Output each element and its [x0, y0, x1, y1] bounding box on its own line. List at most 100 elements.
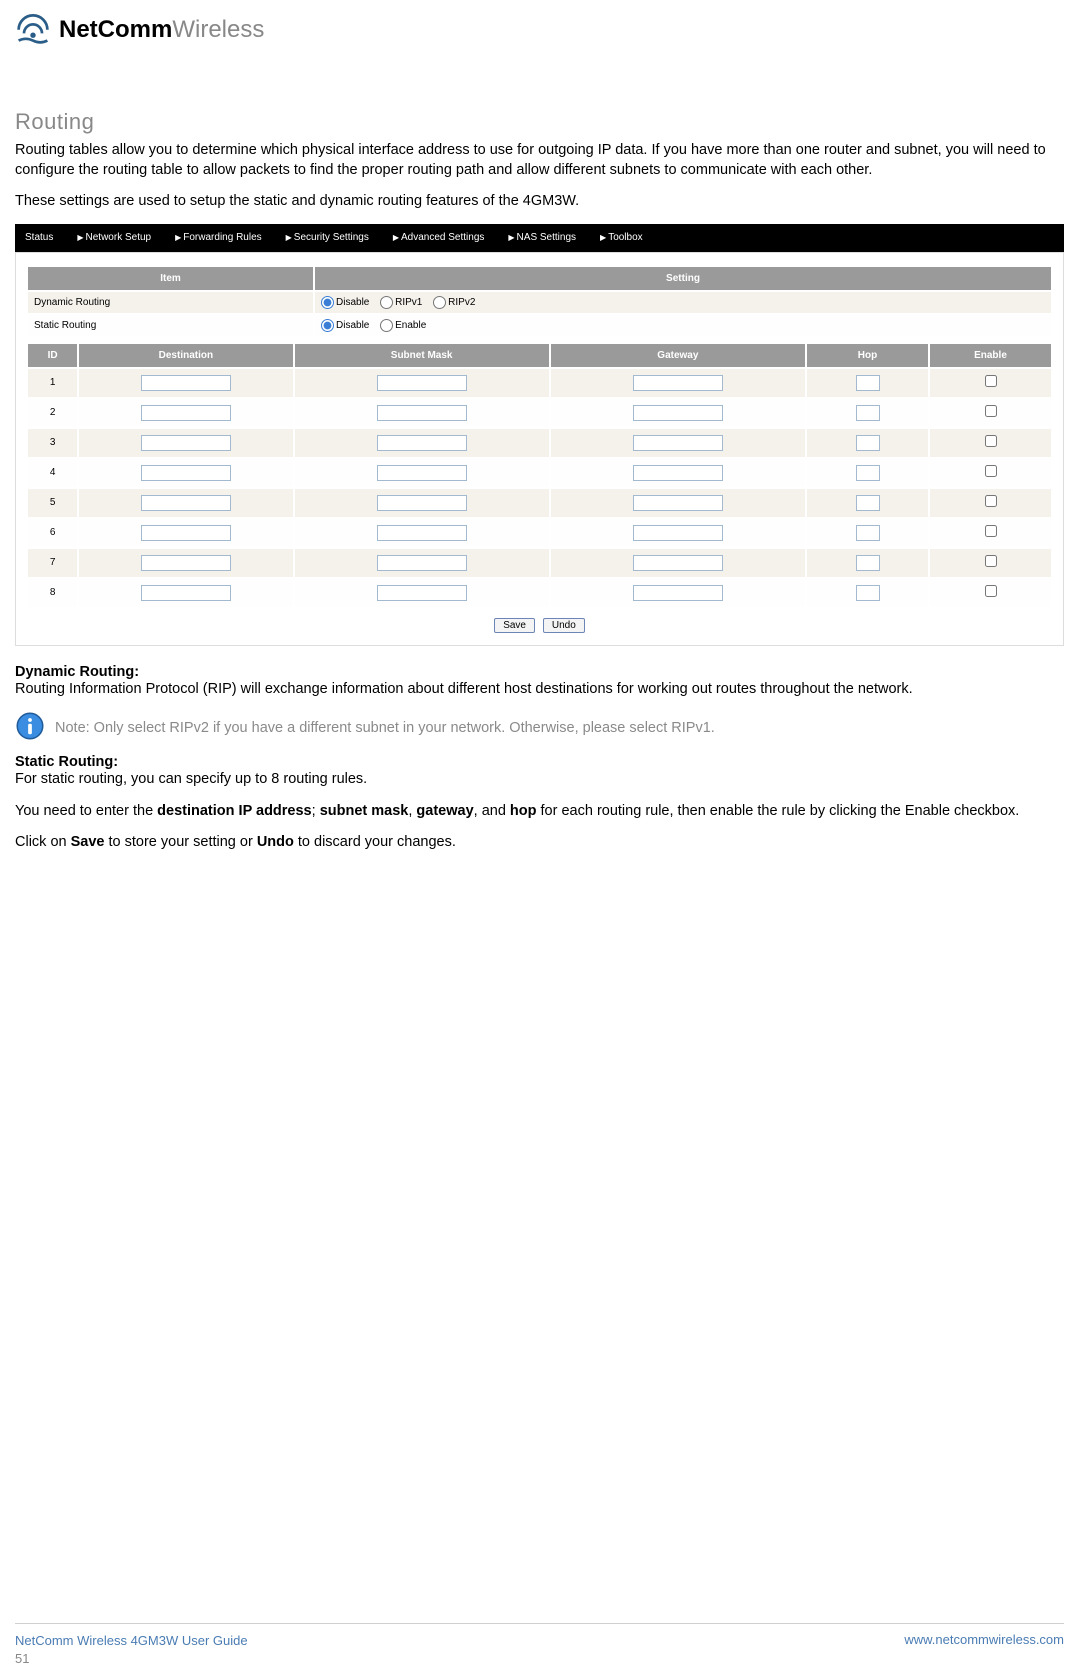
hop-input[interactable] [856, 495, 880, 511]
intro-paragraph-1: Routing tables allow you to determine wh… [15, 141, 1064, 180]
dyn-ripv1[interactable]: RIPv1 [380, 297, 422, 308]
routing-table: ID Destination Subnet Mask Gateway Hop E… [26, 342, 1053, 609]
hop-input[interactable] [856, 405, 880, 421]
table-row: 3 [27, 428, 1052, 458]
final-paragraph: Click on Save to store your setting or U… [15, 833, 1064, 853]
subnet-mask-input[interactable] [377, 465, 467, 481]
subnet-mask-input[interactable] [377, 585, 467, 601]
table-row: 5 [27, 488, 1052, 518]
row-id: 6 [27, 518, 78, 548]
table-row: 1 [27, 368, 1052, 398]
destination-input[interactable] [141, 495, 231, 511]
destination-input[interactable] [141, 435, 231, 451]
gateway-input[interactable] [633, 435, 723, 451]
subnet-mask-input[interactable] [377, 495, 467, 511]
subnet-mask-input[interactable] [377, 525, 467, 541]
settings-table: Item Setting Dynamic Routing Disable RIP… [26, 265, 1053, 338]
destination-input[interactable] [141, 465, 231, 481]
footer-page-number: 51 [15, 1650, 248, 1668]
footer-guide-title: NetComm Wireless 4GM3W User Guide [15, 1632, 248, 1650]
brand-text: NetCommWireless [59, 16, 264, 44]
save-button[interactable]: Save [494, 618, 535, 633]
th-id: ID [27, 343, 78, 368]
page-footer: NetComm Wireless 4GM3W User Guide 51 www… [15, 1623, 1064, 1668]
destination-input[interactable] [141, 525, 231, 541]
brand-logo: NetCommWireless [15, 10, 1064, 49]
dynamic-routing-heading: Dynamic Routing: [15, 664, 1064, 680]
destination-input[interactable] [141, 585, 231, 601]
wireless-icon [15, 10, 51, 49]
dynamic-routing-options: Disable RIPv1 RIPv2 [314, 291, 1052, 314]
enable-checkbox[interactable] [985, 495, 997, 507]
row-id: 7 [27, 548, 78, 578]
gateway-input[interactable] [633, 495, 723, 511]
table-row: 6 [27, 518, 1052, 548]
nav-toolbox[interactable]: ▶Toolbox [594, 232, 661, 243]
table-row: 4 [27, 458, 1052, 488]
hop-input[interactable] [856, 435, 880, 451]
table-row: 7 [27, 548, 1052, 578]
nav-nas-settings[interactable]: ▶NAS Settings [502, 232, 594, 243]
row-id: 3 [27, 428, 78, 458]
hop-input[interactable] [856, 585, 880, 601]
dynamic-routing-body: Routing Information Protocol (RIP) will … [15, 680, 1064, 700]
router-ui-screenshot: Status ▶Network Setup ▶Forwarding Rules … [15, 224, 1064, 646]
th-subnet-mask: Subnet Mask [294, 343, 550, 368]
stat-disable[interactable]: Disable [321, 320, 369, 331]
stat-enable[interactable]: Enable [380, 320, 426, 331]
dyn-disable[interactable]: Disable [321, 297, 369, 308]
destination-input[interactable] [141, 555, 231, 571]
undo-button[interactable]: Undo [543, 618, 585, 633]
destination-input[interactable] [141, 405, 231, 421]
enable-checkbox[interactable] [985, 405, 997, 417]
nav-advanced-settings[interactable]: ▶Advanced Settings [387, 232, 503, 243]
dynamic-routing-label: Dynamic Routing [27, 291, 314, 314]
subnet-mask-input[interactable] [377, 555, 467, 571]
enable-checkbox[interactable] [985, 375, 997, 387]
info-icon [15, 711, 45, 744]
enable-checkbox[interactable] [985, 435, 997, 447]
gateway-input[interactable] [633, 585, 723, 601]
row-id: 4 [27, 458, 78, 488]
enable-checkbox[interactable] [985, 585, 997, 597]
destination-input[interactable] [141, 375, 231, 391]
page-title: Routing [15, 109, 1064, 135]
table-row: 2 [27, 398, 1052, 428]
intro-paragraph-2: These settings are used to setup the sta… [15, 192, 1064, 212]
nav-security-settings[interactable]: ▶Security Settings [280, 232, 387, 243]
subnet-mask-input[interactable] [377, 435, 467, 451]
subnet-mask-input[interactable] [377, 405, 467, 421]
static-routing-label: Static Routing [27, 314, 314, 337]
gateway-input[interactable] [633, 375, 723, 391]
need-paragraph: You need to enter the destination IP add… [15, 802, 1064, 822]
row-id: 8 [27, 578, 78, 608]
static-routing-options: Disable Enable [314, 314, 1052, 337]
static-routing-body: For static routing, you can specify up t… [15, 770, 1064, 790]
enable-checkbox[interactable] [985, 525, 997, 537]
row-id: 2 [27, 398, 78, 428]
subnet-mask-input[interactable] [377, 375, 467, 391]
nav-status[interactable]: Status [19, 232, 71, 243]
row-id: 5 [27, 488, 78, 518]
table-row: 8 [27, 578, 1052, 608]
enable-checkbox[interactable] [985, 465, 997, 477]
th-enable: Enable [929, 343, 1052, 368]
th-destination: Destination [78, 343, 293, 368]
th-item: Item [27, 266, 314, 291]
static-routing-heading: Static Routing: [15, 754, 1064, 770]
hop-input[interactable] [856, 375, 880, 391]
hop-input[interactable] [856, 555, 880, 571]
dyn-ripv2[interactable]: RIPv2 [433, 297, 475, 308]
nav-forwarding-rules[interactable]: ▶Forwarding Rules [169, 232, 280, 243]
th-gateway: Gateway [550, 343, 806, 368]
th-setting: Setting [314, 266, 1052, 291]
hop-input[interactable] [856, 525, 880, 541]
gateway-input[interactable] [633, 405, 723, 421]
hop-input[interactable] [856, 465, 880, 481]
gateway-input[interactable] [633, 525, 723, 541]
nav-network-setup[interactable]: ▶Network Setup [71, 232, 169, 243]
enable-checkbox[interactable] [985, 555, 997, 567]
gateway-input[interactable] [633, 555, 723, 571]
gateway-input[interactable] [633, 465, 723, 481]
router-navbar: Status ▶Network Setup ▶Forwarding Rules … [15, 224, 1064, 252]
